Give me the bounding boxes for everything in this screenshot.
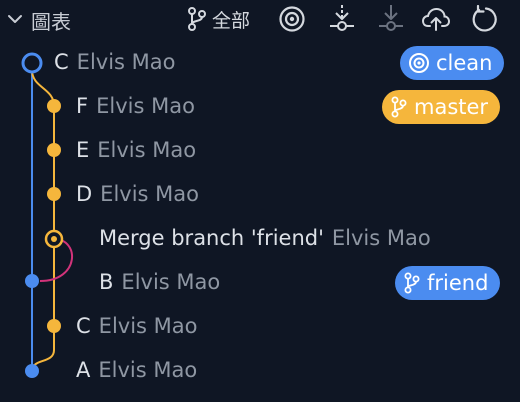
commit-author: Elvis Mao (121, 270, 221, 294)
commit-message: B (99, 270, 114, 294)
commit-message: D (76, 182, 93, 206)
commit-author: Elvis Mao (96, 94, 195, 118)
graph-view-header: 圖表 全部 (0, 0, 520, 40)
commit-row[interactable]: F Elvis Mao master (0, 85, 520, 129)
badge-label: master (414, 95, 489, 119)
commit-author: Elvis Mao (98, 358, 198, 382)
ref-badge-friend[interactable]: friend (395, 266, 501, 300)
commit-message: C (54, 50, 69, 74)
commit-author: Elvis Mao (97, 138, 197, 162)
badge-label: friend (427, 271, 489, 295)
target-icon (409, 53, 429, 73)
fetch-icon (330, 5, 354, 31)
commit-message: Merge branch 'friend' (99, 226, 324, 250)
commit-message: F (76, 94, 89, 118)
refresh-button[interactable] (468, 4, 500, 34)
commit-row[interactable]: A Elvis Mao (0, 349, 520, 393)
commit-message: E (76, 138, 90, 162)
chevron-down-icon[interactable] (6, 10, 24, 28)
view-title[interactable]: 圖表 (31, 6, 71, 35)
badge-label: clean (436, 51, 493, 75)
target-icon (279, 6, 305, 32)
commit-message: A (76, 358, 91, 382)
commit-author: Elvis Mao (331, 226, 431, 250)
push-button[interactable] (420, 4, 452, 34)
go-to-current-button[interactable] (276, 4, 308, 34)
commit-row[interactable]: D Elvis Mao (0, 173, 520, 217)
refresh-icon (472, 5, 497, 32)
commit-row[interactable]: B Elvis Mao friend (0, 261, 520, 305)
branch-icon (188, 7, 206, 31)
commit-author: Elvis Mao (100, 182, 199, 206)
branch-filter-button[interactable]: 全部 (186, 4, 250, 34)
ref-badge-master[interactable]: master (382, 90, 501, 124)
branch-icon (391, 96, 407, 118)
commit-row[interactable]: C Elvis Mao clean (0, 41, 520, 85)
pull-icon (379, 5, 403, 31)
commit-author: Elvis Mao (98, 314, 198, 338)
commit-row[interactable]: C Elvis Mao (0, 305, 520, 349)
branch-icon (404, 272, 420, 294)
commit-message: C (76, 314, 91, 338)
ref-badge-clean[interactable]: clean (400, 46, 505, 80)
cloud-upload-icon (421, 7, 451, 31)
pull-button[interactable] (375, 4, 407, 34)
fetch-button[interactable] (326, 4, 358, 34)
commit-row[interactable]: E Elvis Mao (0, 129, 520, 173)
branch-filter-label: 全部 (212, 9, 251, 32)
commit-row[interactable]: Merge branch 'friend' Elvis Mao (0, 217, 520, 261)
commit-author: Elvis Mao (76, 50, 176, 74)
